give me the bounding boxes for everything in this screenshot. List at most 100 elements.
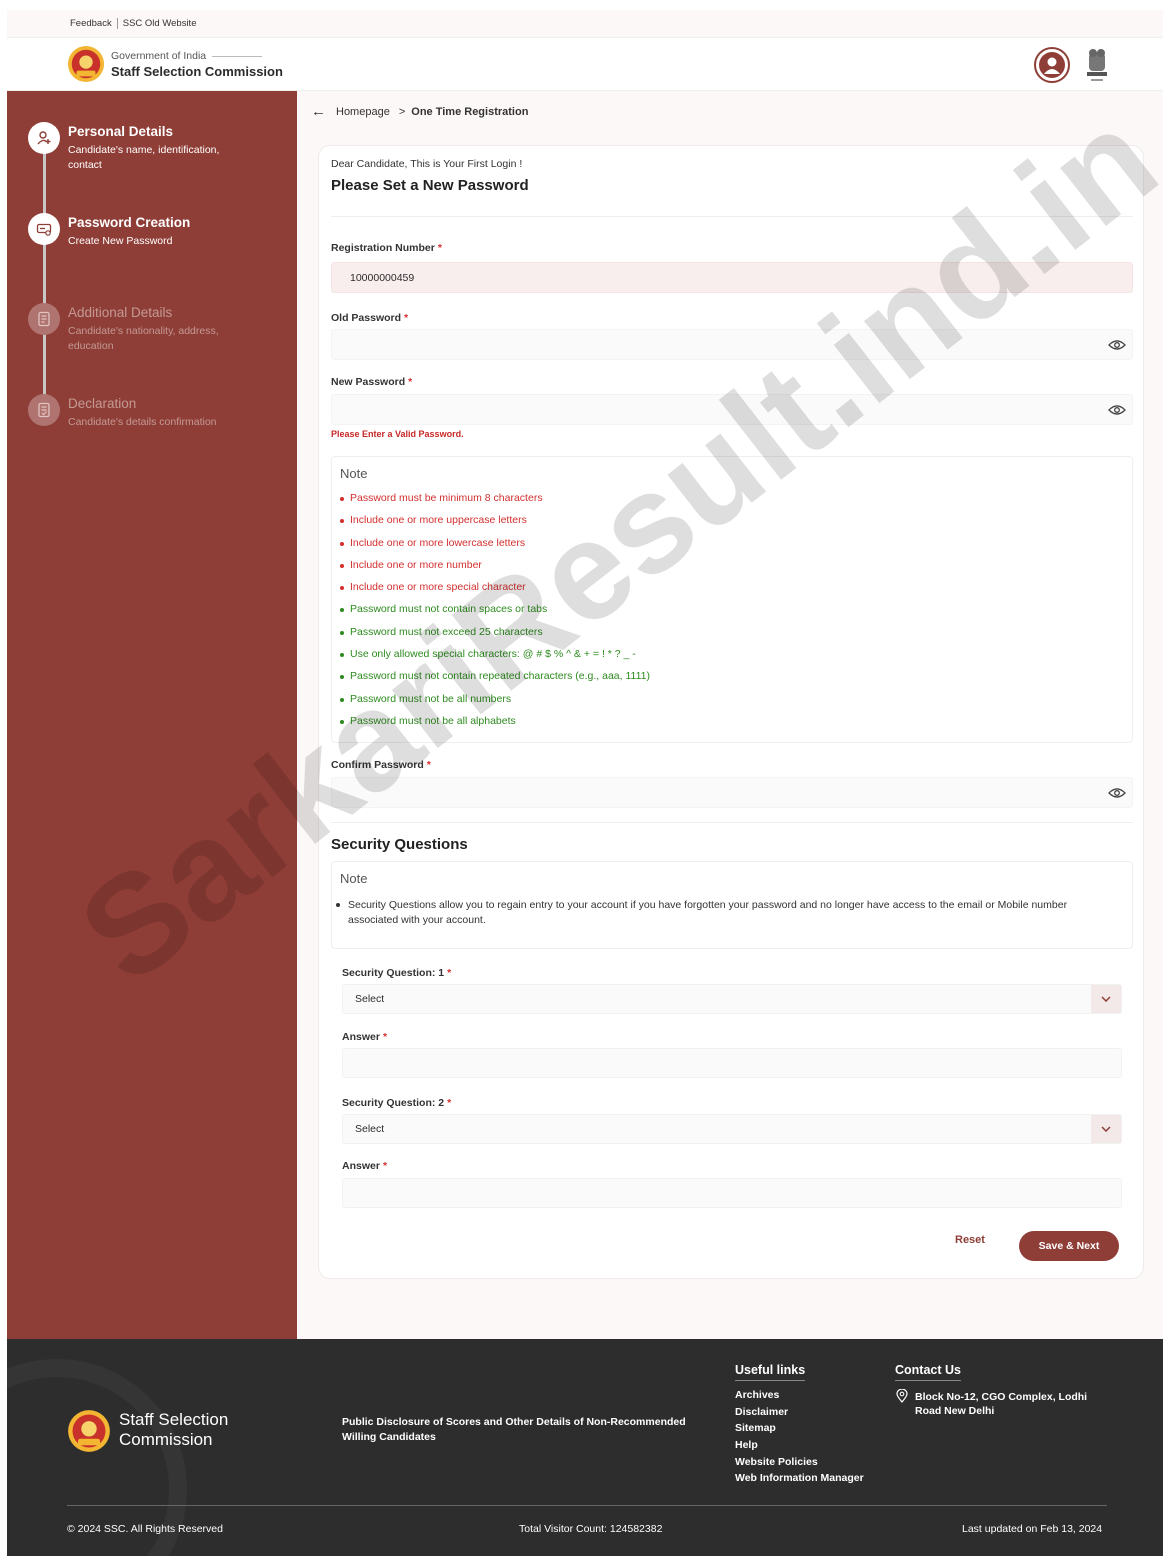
bullet [340,519,344,524]
copyright-text: © 2024 SSC. All Rights Reserved [67,1523,223,1535]
answer-2-input[interactable] [342,1178,1122,1208]
save-next-button[interactable]: Save & Next [1019,1231,1119,1261]
select-value: Select [355,1123,385,1135]
security-question-2-label: Security Question: 2 * [342,1097,452,1109]
show-password-eye-icon[interactable] [1102,330,1132,359]
registration-steps-sidebar: Personal Details Candidate's name, ident… [7,91,297,1339]
last-updated: Last updated on Feb 13, 2024 [962,1523,1103,1535]
bullet [340,719,344,724]
password-rule-item: Include one or more uppercase letters [340,514,650,536]
ssc-logo-icon[interactable] [67,45,105,83]
breadcrumb-current: One Time Registration [411,105,529,118]
site-footer: Staff Selection Commission Public Disclo… [7,1339,1163,1556]
password-rule-item: Include one or more special character [340,581,650,603]
useful-links-list: Archives Disclaimer Sitemap Help Website… [735,1389,864,1489]
bullet [340,497,344,501]
bullet [340,563,344,568]
answer-1-input[interactable] [342,1048,1122,1078]
visitor-count: Total Visitor Count: 124582382 [519,1523,663,1535]
required-marker: * [437,242,442,254]
password-rule-item: Password must not contain spaces or tabs [340,603,650,625]
password-rule-item: Include one or more lowercase letters [340,537,650,559]
required-marker: * [408,376,413,388]
security-question-2-select[interactable]: Select [342,1114,1122,1144]
bullet [340,697,344,702]
required-marker: * [382,1160,388,1172]
government-label: Government of India [111,50,207,62]
old-website-link[interactable]: SSC Old Website [123,18,197,29]
add-user-icon [28,122,60,154]
bullet [340,675,344,680]
new-password-label: New Password * [331,376,413,388]
password-rule-item: Password must not contain repeated chara… [340,670,650,692]
footer-link-archives[interactable]: Archives [735,1389,864,1406]
password-form-card: Dear Candidate, This is Your First Login… [318,145,1144,1279]
bullet [340,586,344,591]
password-error-message: Please Enter a Valid Password. [331,429,464,439]
brand-text: Government of India Staff Selection Comm… [111,50,283,79]
breadcrumb: ← Homepage > One Time Registration [311,103,528,120]
footer-link-help[interactable]: Help [735,1439,864,1456]
required-marker: * [382,1031,388,1043]
reset-button[interactable]: Reset [955,1234,985,1246]
address-text: Block No-12, CGO Complex, Lodhi Road New… [915,1391,1088,1417]
site-header: Government of India Staff Selection Comm… [7,39,1163,91]
password-card-icon [28,213,60,245]
step-title: Password Creation [68,215,191,230]
document-check-icon [28,394,60,426]
chevron-down-icon[interactable] [1091,1115,1121,1143]
user-avatar-icon [1039,52,1065,78]
form-heading: Please Set a New Password [331,177,529,194]
footer-link-disclaimer[interactable]: Disclaimer [735,1406,864,1423]
footer-link-web-info-manager[interactable]: Web Information Manager [735,1472,864,1489]
step-description: Candidate's details confirmation [68,416,217,428]
registration-number-label: Registration Number * [331,242,442,254]
answer-2-label: Answer * [342,1160,388,1172]
step-description: Candidate's nationality, address, educat… [68,325,219,352]
location-pin-icon [896,1388,908,1418]
contact-us-title: Contact Us [895,1363,961,1381]
confirm-password-input[interactable] [331,777,1133,808]
answer-1-label: Answer * [342,1031,388,1043]
breadcrumb-home-link[interactable]: Homepage [336,106,390,118]
footer-link-sitemap[interactable]: Sitemap [735,1422,864,1439]
password-rule-item: Password must not be all numbers [340,693,650,715]
security-question-1-select[interactable]: Select [342,984,1122,1014]
password-rule-item: Password must not be all alphabets [340,715,650,737]
password-rule-item: Include one or more number [340,559,650,581]
divider [116,18,118,29]
registration-number-value: 10000000459 [350,271,415,284]
divider [67,1505,1107,1506]
chevron-down-icon[interactable] [1091,985,1121,1013]
registration-number-field: 10000000459 [331,262,1133,293]
old-password-label: Old Password * [331,312,409,324]
security-question-1-label: Security Question: 1 * [342,967,452,979]
old-password-input[interactable] [331,329,1133,360]
show-password-eye-icon[interactable] [1102,395,1132,424]
document-icon [28,303,60,335]
user-profile-icon[interactable] [1034,47,1070,83]
footer-org-name: Staff Selection Commission [119,1410,229,1449]
step-description: Candidate's name, identification, contac… [68,144,220,171]
step-title: Additional Details [68,305,173,320]
bullet [340,541,344,546]
select-value: Select [355,993,385,1005]
footer-link-website-policies[interactable]: Website Policies [735,1456,864,1473]
note-title: Note [340,871,368,886]
required-marker: * [447,1097,452,1109]
step-title: Declaration [68,396,137,411]
ssc-footer-logo-icon [68,1410,110,1452]
bullet [336,903,340,907]
password-rules-list: Password must be minimum 8 characters In… [340,492,650,737]
new-password-input[interactable] [331,394,1133,425]
feedback-link[interactable]: Feedback [70,18,112,29]
security-note: Note Security Questions allow you to reg… [331,861,1133,949]
show-password-eye-icon[interactable] [1102,778,1132,807]
contact-address: Block No-12, CGO Complex, Lodhi Road New… [896,1388,1115,1418]
utility-links: Feedback SSC Old Website [70,18,196,29]
step-description: Create New Password [68,235,173,247]
greeting-text: Dear Candidate, This is Your First Login… [331,158,523,170]
public-disclosure-link[interactable]: Public Disclosure of Scores and Other De… [342,1415,702,1445]
bullet [340,653,344,658]
back-arrow-icon[interactable]: ← [311,103,326,120]
